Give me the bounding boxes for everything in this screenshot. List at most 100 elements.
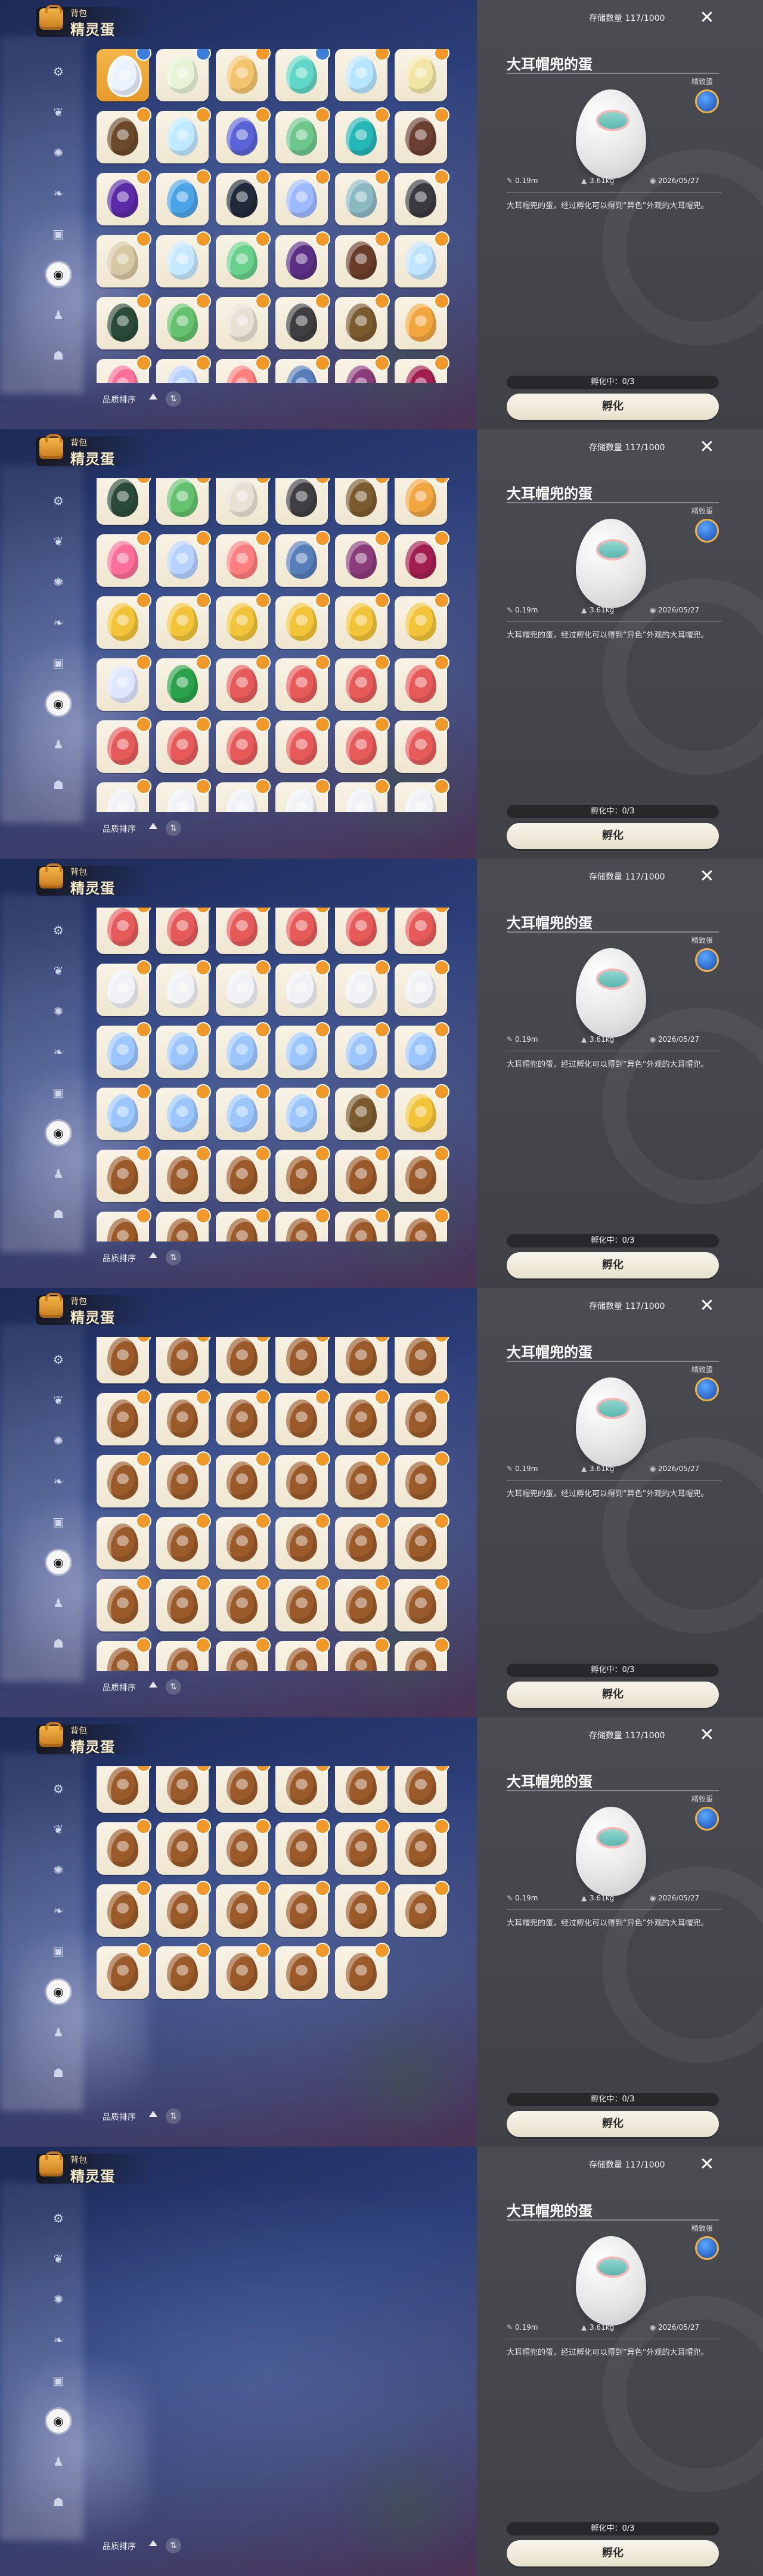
egg-slot[interactable] [156, 355, 211, 383]
sidebar-item[interactable]: ▣ [46, 2368, 70, 2392]
egg-slot[interactable] [335, 1513, 390, 1569]
egg-slot[interactable] [156, 1766, 211, 1813]
egg-slot[interactable] [275, 655, 330, 711]
egg-slot[interactable] [97, 1575, 151, 1631]
sort-label[interactable]: 品质排序 [103, 1252, 136, 1264]
sidebar-item[interactable]: ◉ [46, 1121, 70, 1145]
egg-slot[interactable] [335, 1389, 390, 1445]
egg-slot[interactable] [97, 478, 151, 525]
egg-slot[interactable] [216, 717, 271, 773]
egg-slot[interactable] [97, 1819, 151, 1875]
egg-slot[interactable] [335, 107, 390, 163]
egg-slot[interactable] [335, 1022, 390, 1078]
hatch-button[interactable]: 孵化 [507, 1252, 719, 1278]
egg-slot[interactable] [275, 169, 330, 225]
egg-slot[interactable] [156, 593, 211, 649]
egg-slot[interactable] [335, 1208, 390, 1241]
sidebar-item[interactable]: ☗ [46, 773, 70, 797]
sidebar-item[interactable]: ❧ [46, 611, 70, 634]
egg-slot[interactable] [97, 960, 151, 1016]
egg-slot[interactable] [156, 531, 211, 587]
egg-slot[interactable] [395, 1819, 449, 1875]
egg-slot[interactable] [275, 1146, 330, 1202]
egg-slot[interactable] [395, 960, 449, 1016]
egg-slot[interactable] [335, 293, 390, 349]
hatch-button[interactable]: 孵化 [507, 2111, 719, 2137]
egg-slot[interactable] [395, 717, 449, 773]
sidebar-item[interactable]: ❦ [46, 1388, 70, 1412]
egg-slot[interactable] [275, 1022, 330, 1078]
egg-slot[interactable] [97, 531, 151, 587]
egg-slot[interactable] [335, 593, 390, 649]
egg-slot[interactable] [335, 717, 390, 773]
sidebar-item[interactable]: ⚙ [46, 489, 70, 513]
egg-slot[interactable] [216, 1513, 271, 1569]
egg-slot[interactable] [216, 1146, 271, 1202]
sidebar-item[interactable]: ✺ [46, 1429, 70, 1453]
egg-slot[interactable] [156, 1389, 211, 1445]
egg-slot[interactable] [395, 531, 449, 587]
sidebar-item[interactable]: ⚙ [46, 1348, 70, 1371]
sidebar-item[interactable]: ❧ [46, 181, 70, 205]
egg-slot[interactable] [97, 1022, 151, 1078]
egg-slot[interactable] [395, 1766, 449, 1813]
close-button[interactable]: ✕ [699, 9, 715, 27]
egg-slot[interactable] [156, 960, 211, 1016]
egg-slot[interactable] [216, 1637, 271, 1671]
sort-direction-icon[interactable] [149, 2111, 157, 2117]
sidebar-item[interactable]: ⚙ [46, 918, 70, 942]
egg-slot[interactable] [275, 1337, 330, 1383]
egg-slot[interactable] [275, 960, 330, 1016]
egg-slot[interactable] [395, 49, 449, 101]
sidebar-item[interactable]: ❧ [46, 1040, 70, 1064]
egg-slot[interactable] [395, 655, 449, 711]
sort-toggle-button[interactable]: ⇅ [166, 1250, 181, 1265]
egg-slot[interactable] [335, 1337, 390, 1383]
egg-slot[interactable] [216, 655, 271, 711]
sort-direction-icon[interactable] [149, 394, 157, 400]
egg-slot[interactable] [216, 231, 271, 287]
egg-slot[interactable] [395, 169, 449, 225]
egg-slot[interactable] [275, 908, 330, 954]
egg-slot[interactable] [97, 293, 151, 349]
egg-slot[interactable] [216, 169, 271, 225]
egg-slot[interactable] [335, 1451, 390, 1507]
egg-slot[interactable] [97, 1337, 151, 1383]
egg-slot[interactable] [335, 169, 390, 225]
egg-slot[interactable] [395, 593, 449, 649]
egg-slot[interactable] [97, 1881, 151, 1937]
sidebar-item[interactable]: ☗ [46, 2490, 70, 2514]
egg-slot[interactable] [395, 107, 449, 163]
sidebar-item[interactable]: ✺ [46, 570, 70, 594]
egg-slot[interactable] [395, 355, 449, 383]
sidebar-item[interactable]: ▣ [46, 1510, 70, 1534]
sort-toggle-button[interactable]: ⇅ [166, 2109, 181, 2124]
egg-slot[interactable] [395, 908, 449, 954]
egg-slot[interactable] [97, 355, 151, 383]
egg-slot[interactable] [97, 1766, 151, 1813]
egg-slot[interactable] [335, 1575, 390, 1631]
egg-slot[interactable] [97, 1513, 151, 1569]
egg-slot[interactable] [97, 717, 151, 773]
egg-slot[interactable] [156, 1819, 211, 1875]
sidebar-item[interactable]: ◉ [46, 692, 70, 716]
egg-slot[interactable] [216, 1022, 271, 1078]
sidebar-item[interactable]: ✺ [46, 2287, 70, 2311]
egg-slot[interactable] [335, 1766, 390, 1813]
sidebar-item[interactable]: ❦ [46, 1818, 70, 1841]
egg-slot[interactable] [275, 1389, 330, 1445]
egg-slot[interactable] [335, 1881, 390, 1937]
sort-toggle-button[interactable]: ⇅ [166, 391, 181, 407]
egg-slot[interactable] [216, 1337, 271, 1383]
egg-slot[interactable] [156, 1208, 211, 1241]
egg-slot[interactable] [335, 531, 390, 587]
sort-label[interactable]: 品质排序 [103, 394, 136, 405]
egg-slot[interactable] [275, 355, 330, 383]
sort-direction-icon[interactable] [149, 823, 157, 829]
egg-slot[interactable] [216, 1766, 271, 1813]
egg-slot[interactable] [395, 293, 449, 349]
sort-label[interactable]: 品质排序 [103, 1682, 136, 1693]
egg-slot[interactable] [97, 169, 151, 225]
sidebar-item[interactable]: ▣ [46, 651, 70, 675]
egg-slot[interactable] [275, 478, 330, 525]
